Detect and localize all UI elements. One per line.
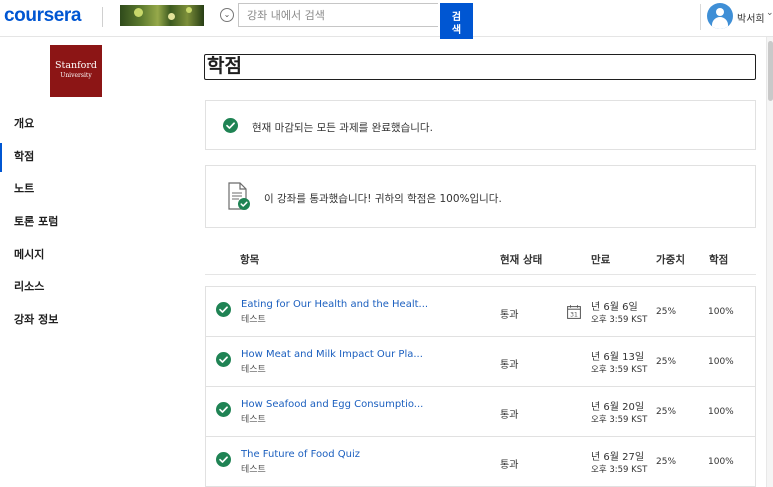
sidebar-item-course-info[interactable]: 강좌 정보	[0, 304, 190, 337]
sidebar-item-overview[interactable]: 개요	[0, 108, 190, 141]
column-header-grade: 학점	[709, 254, 729, 266]
weight-value: 25%	[656, 457, 677, 467]
assignment-type: 테스트	[241, 315, 266, 325]
check-circle-icon	[216, 302, 231, 317]
coursera-logo[interactable]: coursera	[4, 5, 81, 27]
user-name[interactable]: 박서희	[737, 10, 765, 25]
stanford-university-logo: Stanford University	[50, 45, 102, 97]
calendar-icon: 31	[567, 305, 581, 319]
deadline-status-card: 현재 마감되는 모든 과제를 완료했습니다.	[205, 100, 756, 150]
table-header-divider	[205, 274, 756, 275]
status-text: 통과	[500, 410, 519, 421]
page-title: 학점	[204, 54, 756, 80]
assignment-link[interactable]: How Seafood and Egg Consumptio...	[241, 399, 423, 410]
assignment-type: 테스트	[241, 465, 266, 475]
assignment-link[interactable]: How Meat and Milk Impact Our Pla...	[241, 349, 423, 360]
check-circle-icon	[216, 452, 231, 467]
svg-text:31: 31	[570, 311, 578, 318]
status-text: 통과	[500, 310, 519, 321]
weight-value: 25%	[656, 307, 677, 317]
table-row[interactable]: Eating for Our Health and the Healt... 테…	[205, 287, 756, 337]
sidebar-item-grades[interactable]: 학점	[0, 141, 190, 174]
assignment-type: 테스트	[241, 415, 266, 425]
user-divider	[700, 4, 701, 30]
search-button[interactable]: 검 색	[440, 3, 473, 39]
due-time: 오후 3:59 KST	[591, 365, 648, 375]
column-header-due: 만료	[591, 254, 611, 266]
document-check-icon	[228, 182, 250, 210]
course-search-input[interactable]	[238, 3, 438, 27]
due-date: 년 6월 27일	[591, 452, 645, 463]
course-pass-text: 이 강좌를 통과했습니다! 귀하의 학점은 100%입니다.	[264, 193, 502, 205]
search-button-label: 검 색	[451, 11, 462, 36]
chevron-down-icon[interactable]: ⌄	[220, 8, 234, 22]
course-pass-card: 이 강좌를 통과했습니다! 귀하의 학점은 100%입니다.	[205, 165, 756, 228]
sidebar-navigation: 개요 학점 노트 토론 포럼 메시지 리소스 강좌 정보	[0, 108, 190, 337]
assignment-type: 테스트	[241, 365, 266, 375]
due-time: 오후 3:59 KST	[591, 465, 648, 475]
sidebar-item-discussion-forums[interactable]: 토론 포럼	[0, 206, 190, 239]
grade-value: 100%	[708, 457, 734, 467]
weight-value: 25%	[656, 407, 677, 417]
top-navigation-bar: coursera ⌄ 검 색 박서희 ⌄	[0, 0, 773, 39]
grade-value: 100%	[708, 357, 734, 367]
due-date: 년 6월 6일	[591, 302, 638, 313]
status-text: 통과	[500, 460, 519, 471]
check-circle-icon	[216, 352, 231, 367]
grade-value: 100%	[708, 407, 734, 417]
assignment-link[interactable]: The Future of Food Quiz	[241, 449, 360, 460]
scrollbar-thumb[interactable]	[768, 41, 773, 101]
due-date: 년 6월 13일	[591, 352, 645, 363]
logo-divider	[102, 7, 103, 27]
column-header-weight: 가중치	[656, 254, 685, 266]
table-row[interactable]: How Seafood and Egg Consumptio... 테스트 통과…	[205, 387, 756, 437]
due-time: 오후 3:59 KST	[591, 315, 648, 325]
deadline-status-text: 현재 마감되는 모든 과제를 완료했습니다.	[252, 122, 433, 134]
sidebar-item-messages[interactable]: 메시지	[0, 239, 190, 272]
assignment-link[interactable]: Eating for Our Health and the Healt...	[241, 299, 428, 310]
table-row[interactable]: How Meat and Milk Impact Our Pla... 테스트 …	[205, 337, 756, 387]
sidebar-item-resources[interactable]: 리소스	[0, 271, 190, 304]
sidebar-item-notes[interactable]: 노트	[0, 173, 190, 206]
course-thumbnail[interactable]	[120, 5, 204, 26]
weight-value: 25%	[656, 357, 677, 367]
check-circle-icon	[216, 402, 231, 417]
check-circle-icon	[223, 118, 238, 133]
grade-value: 100%	[708, 307, 734, 317]
due-time: 오후 3:59 KST	[591, 415, 648, 425]
status-text: 통과	[500, 360, 519, 371]
chevron-down-icon[interactable]: ⌄	[766, 8, 773, 18]
page-scrollbar[interactable]	[766, 37, 773, 487]
due-date: 년 6월 20일	[591, 402, 645, 413]
user-avatar-icon[interactable]	[707, 3, 733, 29]
table-row[interactable]: The Future of Food Quiz 테스트 통과 년 6월 27일 …	[205, 437, 756, 487]
column-header-status: 현재 상태	[500, 254, 543, 266]
column-header-item: 항목	[240, 254, 260, 266]
